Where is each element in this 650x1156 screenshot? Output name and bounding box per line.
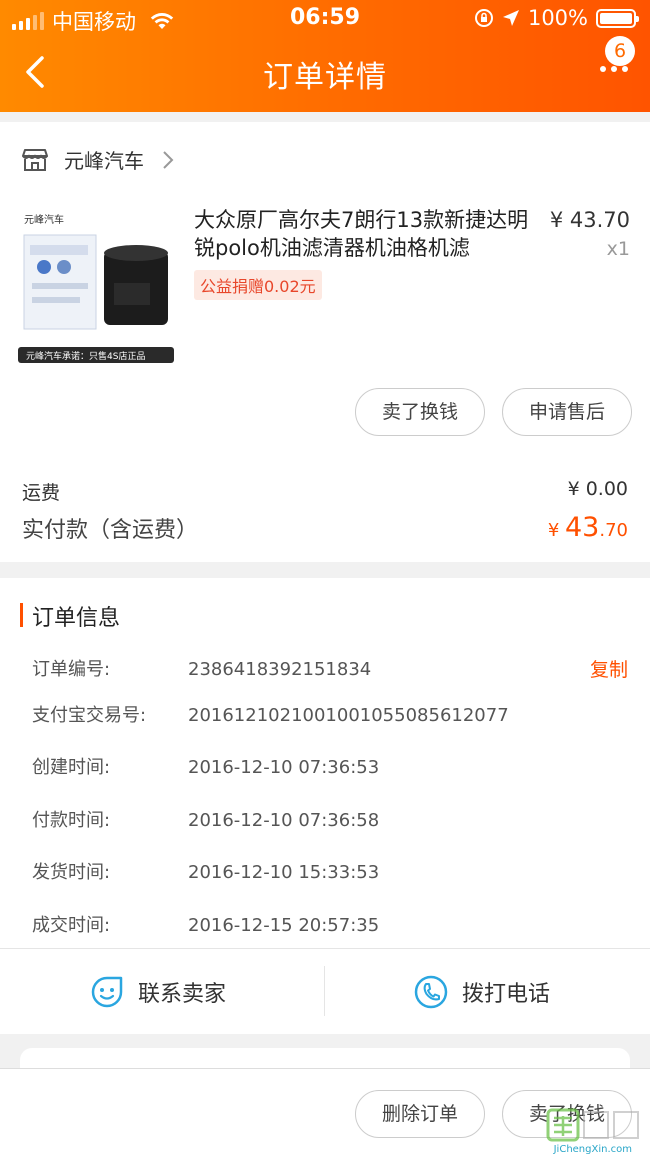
after-sale-button[interactable]: 申请售后 <box>502 388 632 436</box>
section-accent-bar <box>20 603 23 627</box>
paid-decimal: .70 <box>599 520 628 541</box>
info-key: 订单编号: <box>32 659 111 680</box>
info-value: 2016121021001001055085612077 <box>188 705 509 726</box>
info-key: 发货时间: <box>32 862 111 883</box>
product-thumbnail[interactable]: 元峰汽车 元峰汽车承诺：只售4S店正品 <box>18 205 176 365</box>
info-key: 创建时间: <box>32 757 111 778</box>
info-row-shipped: 发货时间: 2016-12-10 15:33:53 <box>32 858 379 884</box>
info-row-completed: 成交时间: 2016-12-15 20:57:35 <box>32 911 379 937</box>
thumb-brand-text: 元峰汽车 <box>24 213 64 226</box>
vertical-divider <box>324 966 325 1016</box>
info-row-alipay-trade: 支付宝交易号: 2016121021001001055085612077 <box>32 701 509 727</box>
info-row-order-number: 订单编号: 2386418392151834 <box>32 655 371 681</box>
chat-face-icon <box>91 976 123 1008</box>
store-icon <box>22 148 48 171</box>
info-key: 付款时间: <box>32 810 111 831</box>
sell-for-cash-button[interactable]: 卖了换钱 <box>355 388 485 436</box>
info-value: 2016-12-15 20:57:35 <box>188 915 380 936</box>
contact-seller-label: 联系卖家 <box>138 982 227 1007</box>
info-value: 2386418392151834 <box>188 659 372 680</box>
orientation-lock-icon <box>474 9 493 27</box>
paid-integer: 43 <box>565 512 600 543</box>
watermark-text: JiChengXin.com <box>553 1144 632 1155</box>
info-row-paid: 付款时间: 2016-12-10 07:36:58 <box>32 806 379 832</box>
product-price: ¥ 43.70 <box>549 208 630 232</box>
contact-seller-button[interactable]: 联系卖家 <box>90 966 226 1018</box>
location-icon <box>502 10 519 26</box>
paid-currency: ¥ <box>547 520 560 541</box>
thumb-banner-text: 元峰汽车承诺：只售4S店正品 <box>26 350 145 362</box>
more-menu-icon[interactable] <box>600 66 628 72</box>
info-value: 2016-12-10 07:36:58 <box>188 810 380 831</box>
phone-icon <box>414 975 448 1009</box>
info-value: 2016-12-10 07:36:53 <box>188 757 380 778</box>
product-title[interactable]: 大众原厂高尔夫7朗行13款新捷达明锐polo机油滤清器机油格机滤 <box>194 206 534 262</box>
store-link[interactable]: 元峰汽车 <box>22 145 174 174</box>
paid-amount: ¥ 43.70 <box>548 512 628 543</box>
app-header: 中国移动 06:59 100% 订单详情 6 <box>0 0 650 112</box>
order-info-title: 订单信息 <box>32 606 121 631</box>
info-key: 支付宝交易号: <box>32 705 147 726</box>
divider <box>0 948 650 949</box>
delete-order-button[interactable]: 删除订单 <box>355 1090 485 1138</box>
charity-tag: 公益捐赠0.02元 <box>194 270 322 300</box>
next-card-edge <box>20 1048 630 1070</box>
info-key: 成交时间: <box>32 915 111 936</box>
info-value: 2016-12-10 15:33:53 <box>188 862 380 883</box>
battery-percent: 100% <box>527 6 588 30</box>
paid-label: 实付款（含运费） <box>22 518 199 543</box>
page-title: 订单详情 <box>263 60 387 95</box>
chevron-right-icon <box>163 150 174 169</box>
status-bar: 中国移动 06:59 100% <box>0 0 650 36</box>
copy-button[interactable]: 复制 <box>590 655 628 682</box>
notification-badge: 6 <box>605 36 635 66</box>
shipping-value: ¥ 0.00 <box>567 478 628 500</box>
call-label: 拨打电话 <box>462 982 551 1007</box>
store-name: 元峰汽车 <box>64 149 144 173</box>
product-quantity: x1 <box>606 238 630 260</box>
battery-icon <box>596 8 639 28</box>
info-row-created: 创建时间: 2016-12-10 07:36:53 <box>32 753 379 779</box>
shipping-label: 运费 <box>22 482 61 504</box>
call-button[interactable]: 拨打电话 <box>414 966 550 1018</box>
